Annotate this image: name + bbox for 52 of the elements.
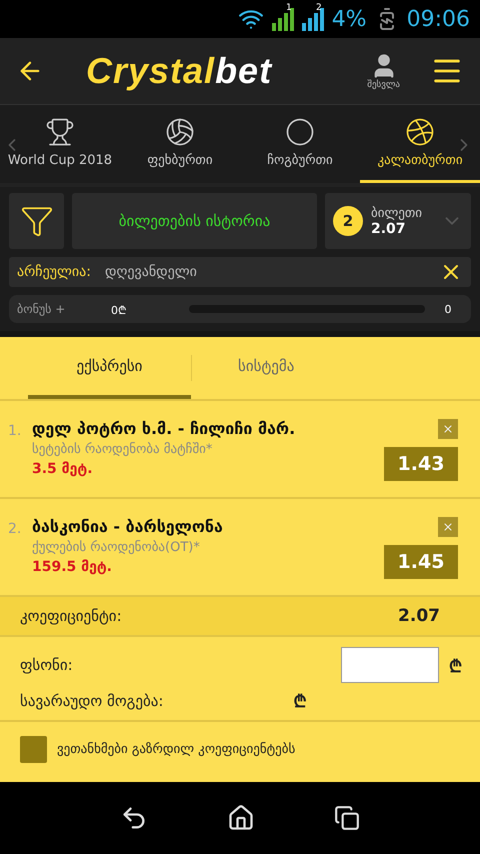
currency-sign: ₾ <box>449 656 462 676</box>
bonus-label: ბონუს + <box>17 302 66 316</box>
bet-type-tab[interactable]: სისტემა <box>192 337 340 399</box>
login-button[interactable]: შესვლა <box>367 52 400 90</box>
agree-label: ვეთანხმები გაზრდილ კოეფიციენტებს <box>57 742 296 757</box>
sport-tab[interactable]: ფეხბურთი <box>120 105 240 183</box>
ball-icon <box>405 117 435 147</box>
sport-tab[interactable]: ჩოგბურთი <box>240 105 360 183</box>
count-badge: 2 <box>333 206 363 236</box>
bonus-count: 0 <box>444 302 452 316</box>
ticket-label: ბილეთი <box>371 206 422 220</box>
ball-icon <box>285 117 315 147</box>
total-odds-value: 2.07 <box>398 606 440 626</box>
checkbox[interactable] <box>20 736 47 763</box>
currency-sign: ₾ <box>293 691 306 712</box>
history-button[interactable]: ბილეთების ისტორია <box>72 193 317 249</box>
ticket-odds: 2.07 <box>371 220 406 236</box>
bet-type-tab[interactable]: ექსპრესი <box>28 337 191 399</box>
odds-value: 1.45 <box>384 545 458 579</box>
bet-number: 2. <box>8 520 22 539</box>
stake-label: ფსონი: <box>20 656 73 674</box>
filter-button[interactable] <box>9 193 64 249</box>
recent-apps-icon <box>334 805 360 831</box>
market-name: ქულების რაოდენობა(OT)* <box>32 540 201 555</box>
sport-tab[interactable]: World Cup 2018 <box>0 105 120 183</box>
ticket-button[interactable]: 2 ბილეთი 2.07 <box>325 193 471 249</box>
close-icon <box>442 521 454 533</box>
filter-value: დღევანდელი <box>104 264 198 280</box>
stake-field[interactable] <box>341 647 439 683</box>
close-icon <box>442 423 454 435</box>
odds-value: 1.43 <box>384 447 458 481</box>
bonus-amount: 0₾ <box>111 302 127 316</box>
market-name: სეტების რაოდენობა მატჩში* <box>32 442 214 457</box>
battery-percent: 4% <box>332 6 367 32</box>
sim-number: 1 <box>286 3 292 13</box>
clock: 09:06 <box>406 6 470 32</box>
match-name: ბასკონია - ბარსელონა <box>32 517 224 536</box>
recent-apps-button[interactable] <box>334 805 360 831</box>
ball-icon <box>165 117 195 147</box>
logo: Crystalbet <box>85 50 274 92</box>
home-icon <box>226 804 255 832</box>
possible-win-label: სავარაუდო მოგება: <box>20 692 164 710</box>
bet-number: 1. <box>8 422 22 441</box>
total-odds-label: კოეფიციენტი: <box>20 607 122 625</box>
sim-number: 2 <box>316 3 322 13</box>
home-button[interactable] <box>226 804 255 832</box>
bet-pick: 3.5 მეტ. <box>32 461 94 477</box>
trophy-icon <box>45 117 75 147</box>
filter-label: არჩეულია: <box>17 264 91 280</box>
sport-tab[interactable]: კალათბურთი <box>360 105 480 183</box>
bet-pick: 159.5 მეტ. <box>32 559 114 575</box>
match-name: დელ პოტრო ხ.მ. - ჩილიჩი მარ. <box>32 419 296 438</box>
